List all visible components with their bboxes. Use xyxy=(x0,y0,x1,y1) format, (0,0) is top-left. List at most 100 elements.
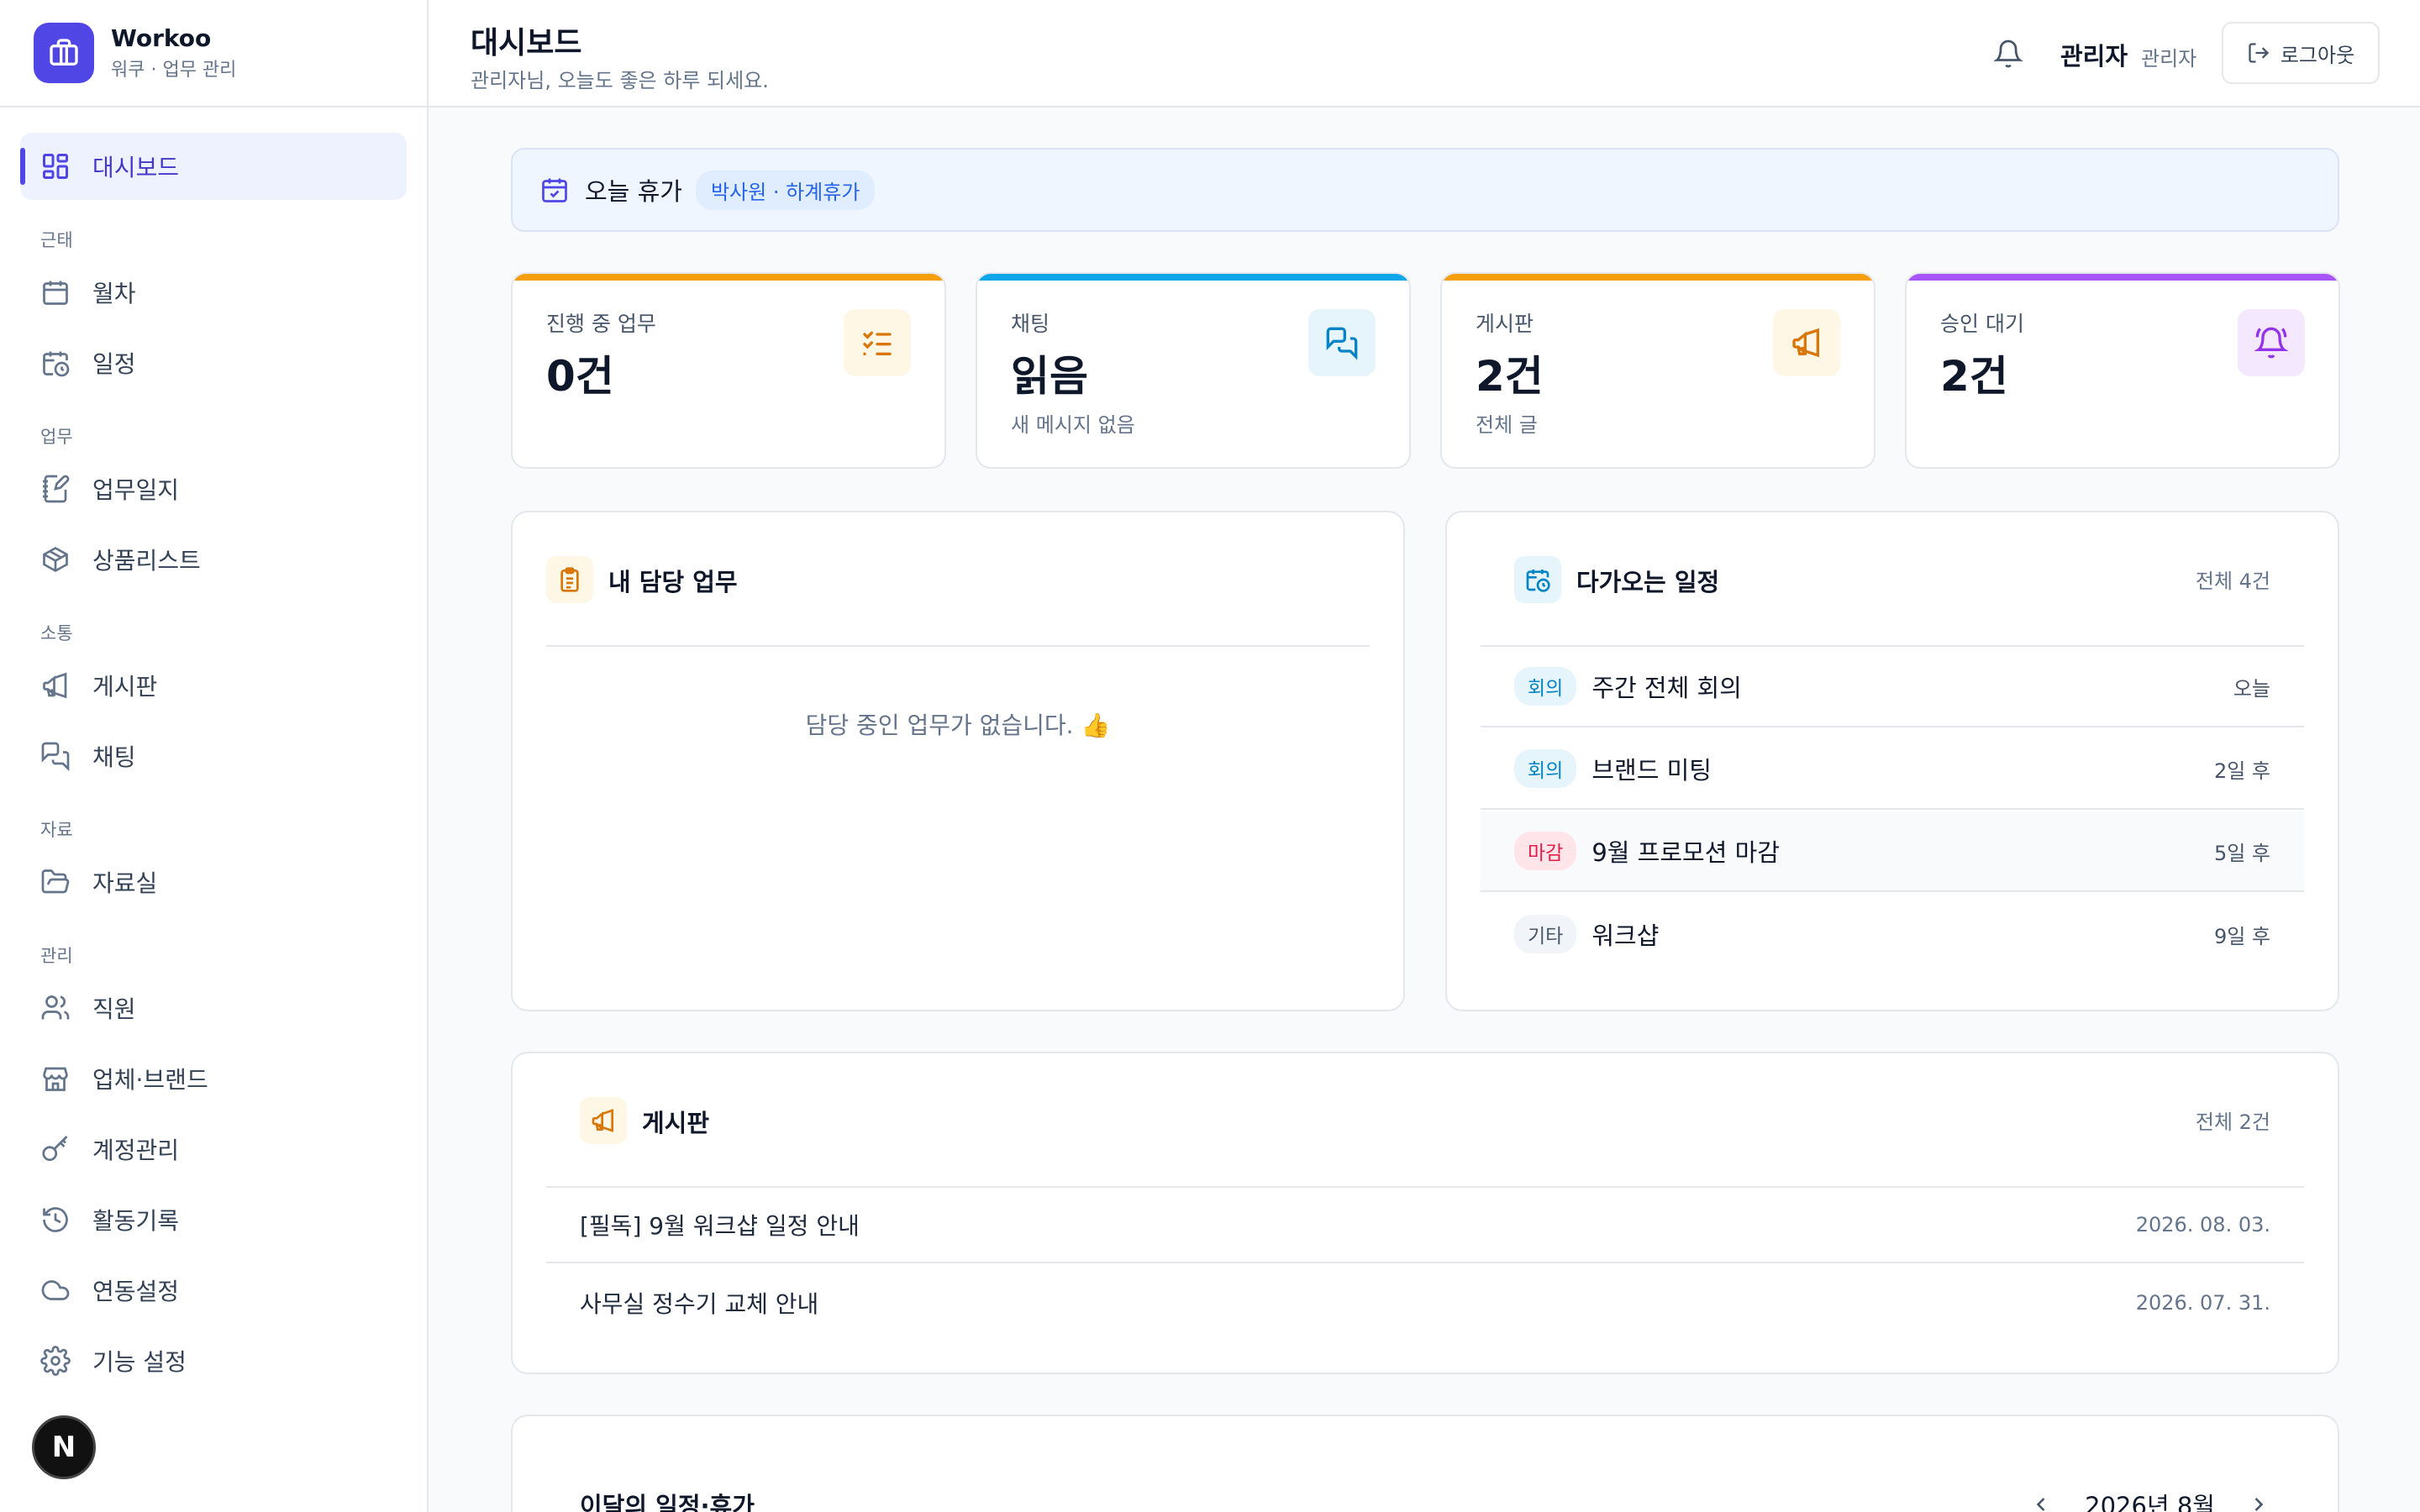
brand-name: Workoo xyxy=(111,24,212,53)
sidebar-item-label: 대시보드 xyxy=(92,154,180,181)
logout-button[interactable]: 로그아웃 xyxy=(2222,22,2380,84)
calendar-month-nav: 2026년 8월 xyxy=(2029,1487,2270,1512)
calendar-icon xyxy=(40,277,71,307)
sidebar-item-label: 직원 xyxy=(92,995,136,1023)
stat-card-chat[interactable]: 채팅 읽음 새 메시지 없음 xyxy=(976,272,1411,469)
stat-label: 진행 중 업무 xyxy=(546,312,656,336)
sidebar-item-label: 자료실 xyxy=(92,869,158,897)
sidebar-item-label: 일정 xyxy=(92,350,136,378)
schedule-row[interactable]: 마감 9월 프로모션 마감 5일 후 xyxy=(1481,811,2304,892)
sidebar-item-product-list[interactable]: 상품리스트 xyxy=(20,526,407,593)
sidebar-item-label: 계정관리 xyxy=(92,1137,180,1164)
brand[interactable]: Workoo 워쿠 · 업무 관리 xyxy=(0,0,427,108)
megaphone-icon xyxy=(1773,309,1840,376)
board-post-row[interactable]: 사무실 정수기 교체 안내 2026. 07. 31. xyxy=(546,1265,2304,1341)
sidebar-item-work-log[interactable]: 업무일지 xyxy=(20,455,407,522)
sidebar-item-archive[interactable]: 자료실 xyxy=(20,848,407,916)
stat-value: 2건 xyxy=(1940,352,2008,401)
sidebar-item-schedule[interactable]: 일정 xyxy=(20,329,407,396)
monthly-calendar-card: 이달의 일정·휴가 2026년 8월 xyxy=(511,1415,2339,1512)
schedule-row[interactable]: 회의 브랜드 미팅 2일 후 xyxy=(1481,729,2304,810)
list-check-icon xyxy=(844,309,911,376)
stat-label: 승인 대기 xyxy=(1940,312,2024,336)
schedule-title: 워크샵 xyxy=(1591,921,1660,950)
logout-icon xyxy=(2247,41,2270,65)
chat-icon xyxy=(1308,309,1376,376)
calendar-clock-icon xyxy=(40,348,71,378)
stat-card-approval[interactable]: 승인 대기 2건 xyxy=(1905,272,2340,469)
card-header: 내 담당 업무 xyxy=(546,512,1370,647)
megaphone-icon xyxy=(580,1097,627,1144)
schedule-when: 2일 후 xyxy=(2213,759,2270,783)
stat-accent-bar xyxy=(977,274,1409,281)
sidebar-item-activity-log[interactable]: 활동기록 xyxy=(20,1186,407,1253)
calendar-title: 이달의 일정·휴가 xyxy=(580,1492,755,1512)
stat-sub: 전체 글 xyxy=(1476,413,1538,437)
schedule-tag: 마감 xyxy=(1514,832,1577,870)
schedule-title: 주간 전체 회의 xyxy=(1591,674,1742,702)
users-icon xyxy=(40,993,71,1023)
gear-icon xyxy=(40,1346,71,1376)
schedule-row[interactable]: 회의 주간 전체 회의 오늘 xyxy=(1481,647,2304,727)
stat-sub: 새 메시지 없음 xyxy=(1011,413,1135,437)
folder-icon xyxy=(40,867,71,897)
sidebar-item-label: 연동설정 xyxy=(92,1278,180,1305)
sidebar-item-chat[interactable]: 채팅 xyxy=(20,722,407,790)
dashboard-icon xyxy=(40,151,71,181)
chevron-left-icon[interactable] xyxy=(2029,1493,2053,1512)
schedule-title: 브랜드 미팅 xyxy=(1591,756,1712,785)
sidebar-item-vendors-brands[interactable]: 업체·브랜드 xyxy=(20,1045,407,1112)
schedule-title: 9월 프로모션 마감 xyxy=(1591,838,1780,867)
sidebar-item-monthly-leave[interactable]: 월차 xyxy=(20,259,407,326)
sidebar-item-feature-settings[interactable]: 기능 설정 xyxy=(20,1327,407,1394)
sidebar-item-integrations[interactable]: 연동설정 xyxy=(20,1257,407,1324)
stat-value: 2건 xyxy=(1476,352,1544,401)
card-title: 내 담당 업무 xyxy=(608,568,738,596)
calendar-check-icon xyxy=(539,175,570,205)
page-subtitle: 관리자님, 오늘도 좋은 하루 되세요. xyxy=(471,69,769,92)
chevron-right-icon[interactable] xyxy=(2247,1493,2270,1512)
upcoming-schedule-card: 다가오는 일정 전체 4건 회의 주간 전체 회의 오늘 회의 브랜드 미팅 2… xyxy=(1445,511,2339,1011)
card-title: 게시판 xyxy=(642,1109,710,1137)
sidebar-item-employees[interactable]: 직원 xyxy=(20,974,407,1042)
bell-ring-icon xyxy=(2238,309,2305,376)
schedule-tag: 회의 xyxy=(1514,749,1577,788)
sidebar-item-accounts[interactable]: 계정관리 xyxy=(20,1116,407,1183)
floating-n-button[interactable]: N xyxy=(32,1415,96,1479)
schedule-row[interactable]: 기타 워크샵 9일 후 xyxy=(1481,894,2304,974)
clipboard-icon xyxy=(546,556,593,603)
stat-card-tasks[interactable]: 진행 중 업무 0건 xyxy=(511,272,946,469)
post-title: 사무실 정수기 교체 안내 xyxy=(580,1290,819,1318)
stat-value: 0건 xyxy=(546,352,614,401)
card-header: 다가오는 일정 전체 4건 xyxy=(1481,512,2304,647)
schedule-when: 9일 후 xyxy=(2213,924,2270,948)
card-header: 게시판 전체 2건 xyxy=(546,1053,2304,1188)
sidebar-item-label: 기능 설정 xyxy=(92,1348,187,1376)
nav-section-communication: 소통 xyxy=(40,623,73,643)
today-leave-banner: 오늘 휴가 박사원 · 하계휴가 xyxy=(511,148,2339,232)
top-header: 대시보드 관리자님, 오늘도 좋은 하루 되세요. 관리자 관리자 로그아웃 xyxy=(429,0,2420,108)
board-post-row[interactable]: [필독] 9월 워크샵 일정 안내 2026. 08. 03. xyxy=(546,1188,2304,1263)
stat-value: 읽음 xyxy=(1011,352,1088,401)
card-count: 전체 2건 xyxy=(2195,1110,2270,1134)
user-name: 관리자 xyxy=(2060,42,2128,71)
package-icon xyxy=(40,544,71,575)
sidebar-item-dashboard[interactable]: 대시보드 xyxy=(20,133,407,200)
user-role: 관리자 xyxy=(2141,47,2197,71)
stat-accent-bar xyxy=(1442,274,1874,281)
sidebar-item-label: 업체·브랜드 xyxy=(92,1066,208,1094)
calendar-month-label: 2026년 8월 xyxy=(2085,1492,2215,1512)
stat-label: 게시판 xyxy=(1476,312,1534,336)
post-date: 2026. 07. 31. xyxy=(2135,1291,2270,1315)
nav-section-resources: 자료 xyxy=(40,820,73,840)
my-tasks-card: 내 담당 업무 담당 중인 업무가 없습니다. 👍 xyxy=(511,511,1405,1011)
sidebar-item-label: 게시판 xyxy=(92,673,158,701)
stat-card-board[interactable]: 게시판 2건 전체 글 xyxy=(1440,272,1876,469)
history-icon xyxy=(40,1205,71,1235)
schedule-tag: 기타 xyxy=(1514,915,1577,953)
page-title: 대시보드 xyxy=(471,26,582,60)
sidebar-item-board[interactable]: 게시판 xyxy=(20,652,407,719)
bell-icon[interactable] xyxy=(1993,39,2023,69)
sidebar-item-label: 상품리스트 xyxy=(92,547,201,575)
leave-person-chip[interactable]: 박사원 · 하계휴가 xyxy=(695,170,876,210)
